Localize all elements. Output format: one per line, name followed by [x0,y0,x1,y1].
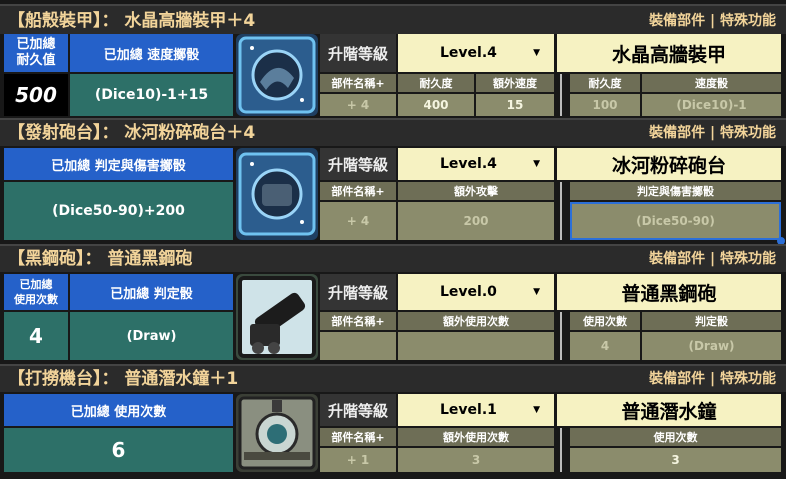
crystal-armor-icon [236,34,318,116]
level-select[interactable]: Level.1 ▼ [398,394,554,426]
part-name-plus-header: 部件名稱+ [320,182,396,200]
durability-header: 耐久度 [398,74,474,92]
black-cannon-icon [236,274,318,360]
extra-use-count-value: 3 [398,448,554,472]
total-use-count-value: 6 [4,428,233,472]
extra-attack-header: 額外攻擊 [398,182,554,200]
func-label: 裝備部件 | 特殊功能 [649,371,776,387]
level-select[interactable]: Level.4 ▼ [398,148,554,180]
part-plus-value: + 4 [320,202,396,240]
func-label: 裝備部件 | 特殊功能 [649,251,776,267]
divider [560,74,562,116]
item-name: 冰河粉碎砲台 [557,148,781,180]
total-durability-label: 已加總 耐久值 [4,34,68,72]
total-use-count-label: 已加總 使用次數 [4,274,68,310]
section-title: 【黑鋼砲】： 普通黑鋼砲 [8,249,193,269]
extra-attack-value: 200 [398,202,554,240]
base-speed-dice-header: 速度骰 [642,74,781,92]
total-hit-damage-dice-label: 已加總 判定與傷害擲骰 [4,148,233,180]
func-label: 裝備部件 | 特殊功能 [649,125,776,141]
total-speed-dice-value: (Dice10)-1+15 [70,74,233,116]
level-value: Level.1 [440,402,497,418]
part-name-plus-header: 部件名稱+ [320,428,396,446]
section-header: 【發射砲台】： 冰河粉碎砲台＋4 裝備部件 | 特殊功能 [0,118,786,146]
level-value: Level.4 [440,45,497,61]
total-use-count-value: 4 [4,312,68,360]
upgrade-label: 升階等級 [320,274,396,310]
divider [560,312,562,360]
extra-speed-value: 15 [476,94,554,116]
section-title: 【發射砲台】： 冰河粉碎砲台＋4 [8,123,256,143]
base-durability-value: 100 [570,94,640,116]
total-speed-dice-label: 已加總 速度擲骰 [70,34,233,72]
dropdown-arrow-icon[interactable]: ▼ [533,48,540,58]
func-label: 裝備部件 | 特殊功能 [649,13,776,29]
item-name: 普通黑鋼砲 [557,274,781,310]
total-use-count-label: 已加總 使用次數 [4,394,233,426]
total-hit-dice-value: (Draw) [70,312,233,360]
base-durability-header: 耐久度 [570,74,640,92]
extra-use-count-header: 額外使用次數 [398,428,554,446]
level-value: Level.0 [440,284,497,300]
total-hit-dice-label: 已加總 判定骰 [70,274,233,310]
dropdown-arrow-icon[interactable]: ▼ [533,159,540,169]
dropdown-arrow-icon[interactable]: ▼ [533,287,540,297]
ice-cannon-icon [236,148,318,240]
base-hit-damage-dice-header: 判定與傷害擲骰 [570,182,781,200]
extra-use-count-header: 額外使用次數 [398,312,554,330]
item-name: 普通潛水鐘 [557,394,781,426]
base-use-count-value: 3 [570,448,781,472]
total-hit-damage-dice-value: (Dice50-90)+200 [4,182,233,240]
total-durability-value: 500 [4,74,68,116]
divider [560,182,562,240]
base-hit-dice-header: 判定骰 [642,312,781,330]
level-select[interactable]: Level.0 ▼ [398,274,554,310]
extra-use-count-value [398,332,554,360]
part-plus-value: + 4 [320,94,396,116]
section-title: 【船殼裝甲】： 水晶高牆裝甲＋4 [8,11,256,31]
level-select[interactable]: Level.4 ▼ [398,34,554,72]
extra-speed-header: 額外速度 [476,74,554,92]
dropdown-arrow-icon[interactable]: ▼ [533,405,540,415]
diving-bell-icon [236,394,318,472]
part-plus-value: + 1 [320,448,396,472]
base-use-count-value: 4 [570,332,640,360]
part-name-plus-header: 部件名稱+ [320,312,396,330]
section-header: 【打撈機台】： 普通潛水鐘＋1 裝備部件 | 特殊功能 [0,364,786,392]
base-use-count-header: 使用次數 [570,428,781,446]
upgrade-label: 升階等級 [320,34,396,72]
section-title: 【打撈機台】： 普通潛水鐘＋1 [8,369,239,389]
base-speed-dice-value: (Dice10)-1 [642,94,781,116]
section-header: 【船殼裝甲】： 水晶高牆裝甲＋4 裝備部件 | 特殊功能 [0,4,786,34]
base-use-count-header: 使用次數 [570,312,640,330]
upgrade-label: 升階等級 [320,148,396,180]
upgrade-label: 升階等級 [320,394,396,426]
durability-value: 400 [398,94,474,116]
base-hit-damage-dice-value[interactable]: (Dice50-90) [570,202,781,240]
part-plus-value [320,332,396,360]
level-value: Level.4 [440,156,497,172]
item-name: 水晶高牆裝甲 [557,34,781,72]
base-hit-dice-value: (Draw) [642,332,781,360]
part-name-plus-header: 部件名稱+ [320,74,396,92]
divider [560,428,562,472]
section-header: 【黑鋼砲】： 普通黑鋼砲 裝備部件 | 特殊功能 [0,244,786,272]
